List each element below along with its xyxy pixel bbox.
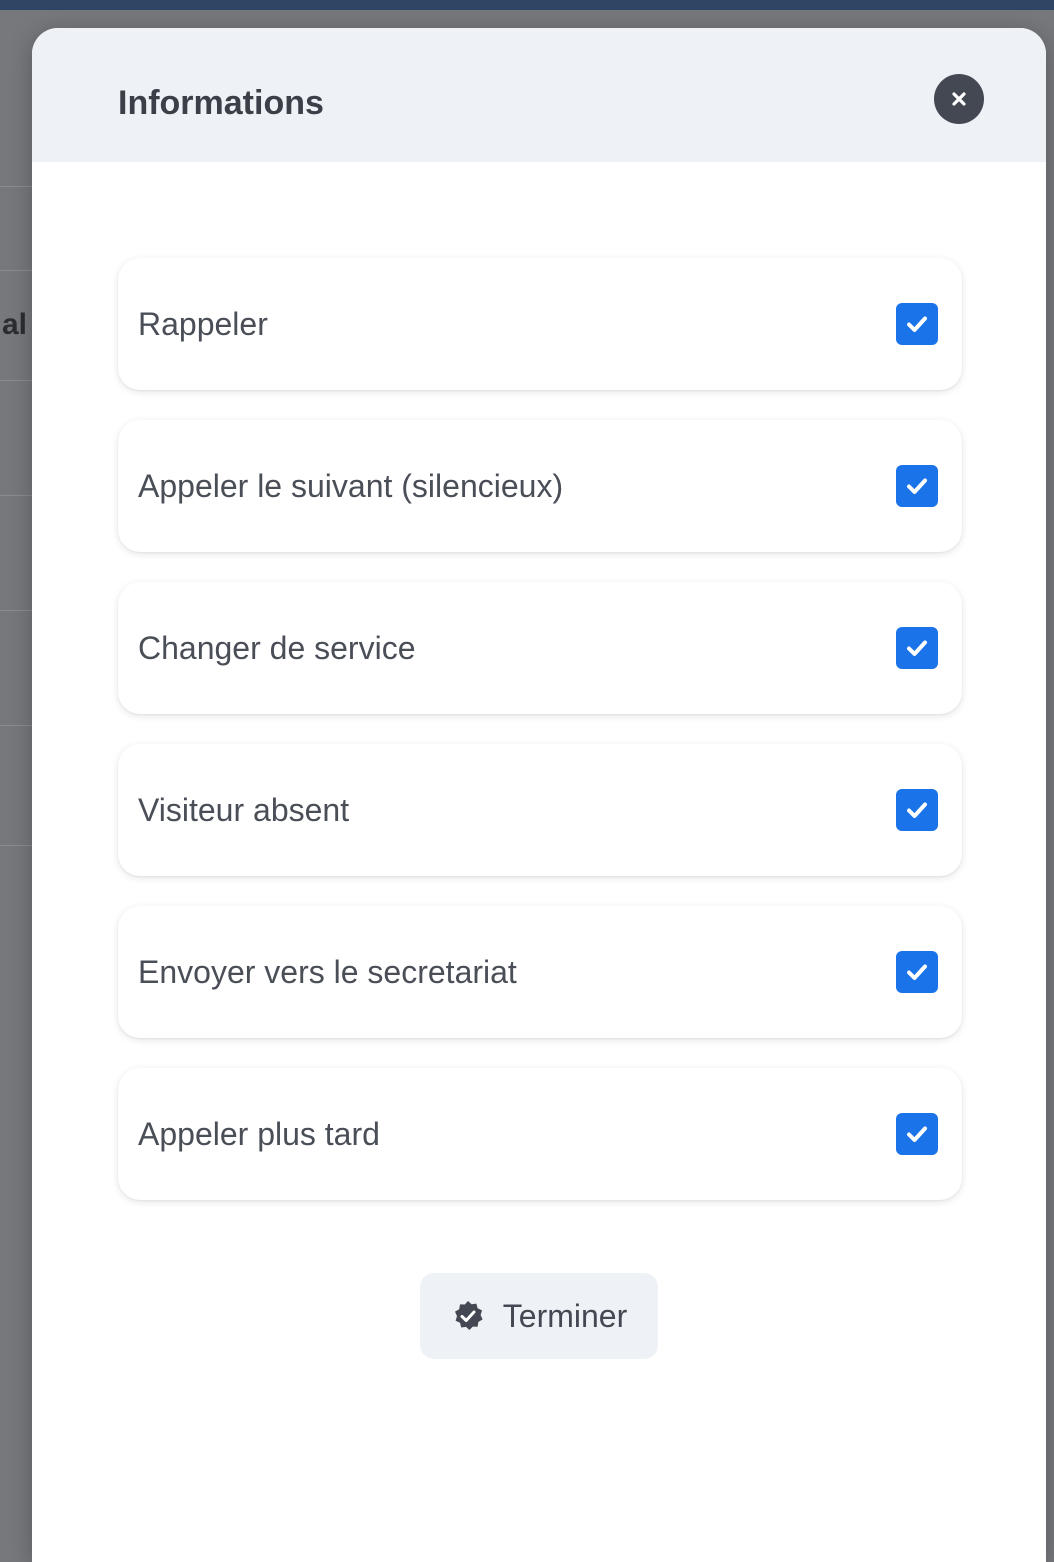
option-checkbox[interactable]	[896, 789, 938, 831]
option-checkbox[interactable]	[896, 465, 938, 507]
checkmark-icon	[907, 316, 927, 332]
option-label: Changer de service	[138, 630, 416, 666]
option-label: Envoyer vers le secretariat	[138, 954, 517, 990]
terminer-button[interactable]: Terminer	[420, 1273, 658, 1359]
option-rappeler[interactable]: Rappeler	[118, 258, 962, 390]
checkmark-icon	[907, 802, 927, 818]
modal-header: Informations	[32, 28, 1046, 162]
checkmark-icon	[907, 640, 927, 656]
option-label: Appeler plus tard	[138, 1116, 380, 1152]
checkmark-icon	[907, 478, 927, 494]
modal-title: Informations	[118, 84, 324, 122]
informations-modal: Informations Rappeler Appeler le suivant…	[32, 28, 1046, 1562]
option-checkbox[interactable]	[896, 627, 938, 669]
option-label: Visiteur absent	[138, 792, 350, 828]
checkmark-icon	[907, 1126, 927, 1142]
background-partial-text: al	[2, 308, 28, 341]
close-button[interactable]	[934, 74, 984, 124]
option-checkbox[interactable]	[896, 1113, 938, 1155]
check-badge-icon	[451, 1299, 485, 1333]
options-list: Rappeler Appeler le suivant (silencieux)…	[118, 258, 962, 1230]
option-envoyer-secretariat[interactable]: Envoyer vers le secretariat	[118, 906, 962, 1038]
option-appeler-suivant[interactable]: Appeler le suivant (silencieux)	[118, 420, 962, 552]
option-appeler-plus-tard[interactable]: Appeler plus tard	[118, 1068, 962, 1200]
option-visiteur-absent[interactable]: Visiteur absent	[118, 744, 962, 876]
close-icon	[952, 92, 966, 106]
background-top-bar	[0, 0, 1054, 10]
option-checkbox[interactable]	[896, 951, 938, 993]
option-label: Appeler le suivant (silencieux)	[138, 468, 564, 504]
terminer-label: Terminer	[502, 1297, 628, 1334]
option-label: Rappeler	[138, 306, 268, 342]
checkmark-icon	[907, 964, 927, 980]
option-changer-service[interactable]: Changer de service	[118, 582, 962, 714]
option-checkbox[interactable]	[896, 303, 938, 345]
